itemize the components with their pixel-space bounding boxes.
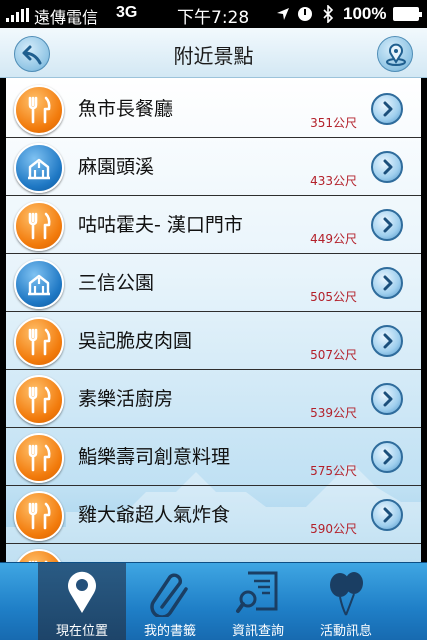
place-list-item[interactable]: 雞大爺超人氣炸食 590公尺	[6, 486, 421, 544]
detail-button[interactable]	[371, 209, 403, 241]
map-pin-icon	[386, 43, 406, 66]
chevron-right-icon	[383, 507, 393, 523]
tab-info-search[interactable]: 資訊查詢	[214, 563, 302, 640]
fork-knife-icon	[28, 502, 51, 530]
place-name: 魚市長餐廳	[78, 98, 174, 120]
place-list-item[interactable]: 麻園頭溪 433公尺	[6, 138, 421, 196]
network-type: 3G	[116, 4, 138, 21]
place-list-item[interactable]: 鮨樂壽司創意料理 575公尺	[6, 428, 421, 486]
restaurant-category-badge	[14, 85, 64, 135]
place-list-item[interactable]: 咕咕霍夫- 漢口門市 449公尺	[6, 196, 421, 254]
chevron-right-icon	[383, 333, 393, 349]
place-distance: 575公尺	[310, 464, 357, 478]
place-name: 吳記脆皮肉圓	[78, 330, 193, 352]
map-button[interactable]	[377, 36, 413, 72]
tab-label: 資訊查詢	[231, 624, 284, 639]
status-time: 下午7:28	[177, 8, 250, 28]
status-bar: 遠傳電信 3G 下午7:28 100%	[0, 0, 427, 28]
restaurant-category-badge	[14, 549, 64, 562]
page-title: 附近景點	[173, 44, 254, 68]
place-distance: 505公尺	[310, 290, 357, 304]
carrier-name: 遠傳電信	[34, 8, 99, 27]
fork-knife-icon	[28, 386, 51, 414]
tab-bar: 現在位置 我的書籤 資訊查詢 活動訊息	[0, 562, 427, 640]
place-distance: 449公尺	[310, 232, 357, 246]
place-distance: 433公尺	[310, 174, 357, 188]
place-name: 三信公園	[78, 272, 155, 294]
fork-knife-icon	[28, 212, 51, 240]
fork-knife-icon	[28, 96, 51, 124]
place-list-item-partial[interactable]	[6, 544, 421, 562]
place-distance: 590公尺	[310, 522, 357, 536]
park-building-icon	[28, 274, 50, 296]
place-name: 雞大爺超人氣炸食	[78, 504, 231, 526]
park-category-badge	[14, 143, 64, 193]
place-distance: 351公尺	[310, 116, 357, 130]
place-name: 素樂活廚房	[78, 388, 174, 410]
location-arrow-icon	[277, 8, 289, 20]
restaurant-category-badge	[14, 317, 64, 367]
park-building-icon	[28, 158, 50, 180]
place-name: 咕咕霍夫- 漢口門市	[78, 214, 243, 236]
tab-bookmarks[interactable]: 我的書籤	[126, 563, 214, 640]
place-distance: 539公尺	[310, 406, 357, 420]
paperclip-icon	[150, 573, 188, 617]
tab-label: 活動訊息	[319, 624, 372, 639]
chevron-right-icon	[383, 159, 393, 175]
bluetooth-icon	[323, 5, 334, 23]
chevron-right-icon	[383, 217, 393, 233]
location-pin-icon	[68, 571, 96, 613]
tab-events[interactable]: 活動訊息	[302, 563, 390, 640]
battery-percent: 100%	[343, 4, 387, 23]
restaurant-category-badge	[14, 433, 64, 483]
detail-button[interactable]	[371, 267, 403, 299]
battery-icon	[393, 7, 422, 21]
restaurant-category-badge	[14, 201, 64, 251]
tab-label: 我的書籤	[143, 624, 196, 639]
detail-button[interactable]	[371, 383, 403, 415]
navigation-bar: 附近景點	[0, 28, 427, 78]
tab-current-location[interactable]: 現在位置	[38, 563, 126, 640]
place-list-item[interactable]: 三信公園 505公尺	[6, 254, 421, 312]
fork-knife-icon	[28, 444, 51, 472]
tab-label: 現在位置	[55, 624, 108, 639]
park-category-badge	[14, 259, 64, 309]
chevron-right-icon	[383, 391, 393, 407]
detail-button[interactable]	[371, 499, 403, 531]
restaurant-category-badge	[14, 375, 64, 425]
detail-button[interactable]	[371, 325, 403, 357]
signal-strength-icon	[6, 8, 29, 22]
balloons-icon	[330, 572, 363, 616]
detail-button[interactable]	[371, 151, 403, 183]
place-name: 麻園頭溪	[78, 156, 155, 178]
detail-button[interactable]	[371, 441, 403, 473]
place-list-item[interactable]: 吳記脆皮肉圓 507公尺	[6, 312, 421, 370]
place-list-item[interactable]: 魚市長餐廳 351公尺	[6, 80, 421, 138]
alarm-clock-icon	[298, 7, 312, 21]
search-document-icon	[236, 571, 278, 613]
chevron-right-icon	[383, 101, 393, 117]
fork-knife-icon	[28, 328, 51, 356]
nearby-places-list[interactable]: 魚市長餐廳 351公尺麻園頭溪 433公尺咕咕霍夫- 漢口門市 449公尺三信公園 50…	[6, 78, 421, 562]
detail-button[interactable]	[371, 93, 403, 125]
place-name: 鮨樂壽司創意料理	[78, 446, 231, 468]
restaurant-category-badge	[14, 491, 64, 541]
chevron-right-icon	[383, 275, 393, 291]
place-list-item[interactable]: 素樂活廚房 539公尺	[6, 370, 421, 428]
place-distance: 507公尺	[310, 348, 357, 362]
chevron-right-icon	[383, 449, 393, 465]
